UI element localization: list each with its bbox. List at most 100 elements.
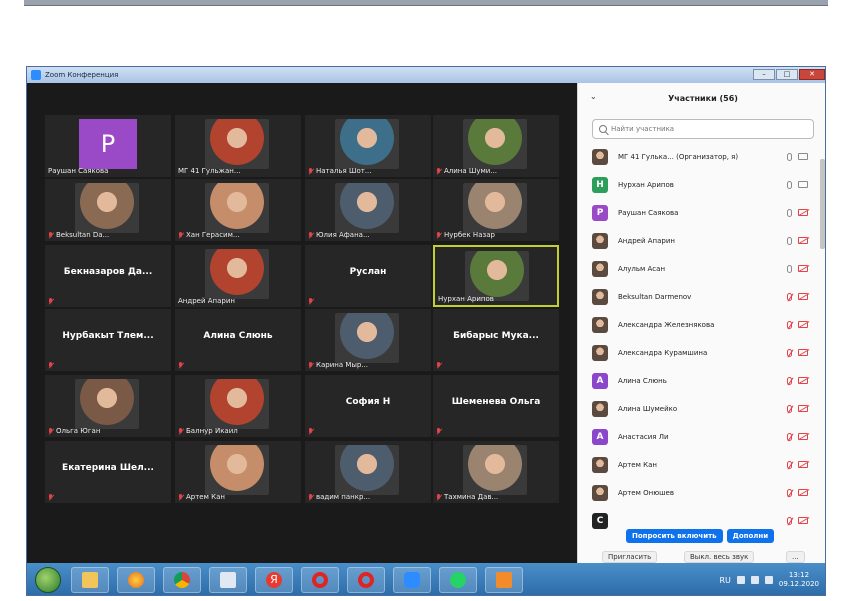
tray-icon[interactable] <box>736 576 745 584</box>
language-indicator[interactable]: RU <box>719 576 730 585</box>
clock[interactable]: 13:12 09.12.2020 <box>779 571 819 589</box>
participant-row[interactable]: Александра Железнякова <box>578 311 818 339</box>
tile-caption: Тахмина Дав... <box>436 493 498 501</box>
volume-icon[interactable] <box>764 576 773 584</box>
participant-row[interactable]: МГ 41 Гулька... (Организатор, я) <box>578 143 818 171</box>
avatar <box>592 457 608 473</box>
participant-status <box>787 237 808 245</box>
video-tile[interactable]: Нурбек Назар <box>433 179 559 241</box>
participant-row[interactable]: Алульм Асан <box>578 255 818 283</box>
video-feed <box>465 251 529 301</box>
participant-row[interactable]: Александра Курамшина <box>578 339 818 367</box>
participant-name: МГ 41 Гулька... (Организатор, я) <box>618 153 739 161</box>
participant-row[interactable]: Андрей Апарин <box>578 227 818 255</box>
minimize-button[interactable]: – <box>753 69 775 80</box>
participant-name: Карина Мыр... <box>316 361 369 369</box>
participant-name: Хан Герасим... <box>186 231 240 239</box>
search-input[interactable] <box>611 125 801 133</box>
video-tile[interactable]: Балнур Икаил <box>175 375 301 437</box>
video-tile[interactable]: Карина Мыр... <box>305 309 431 371</box>
mic-icon <box>787 181 792 189</box>
taskbar-explorer[interactable] <box>71 567 109 593</box>
camera-off-icon <box>798 405 808 412</box>
participant-row[interactable]: H Нурхан Арипов <box>578 171 818 199</box>
taskbar-app-10[interactable] <box>485 567 523 593</box>
ask-unmute-button[interactable]: Попросить включить <box>626 529 723 543</box>
mic-muted-icon <box>787 293 792 301</box>
close-button[interactable]: ✕ <box>799 69 825 80</box>
tile-caption: Алина Шуми... <box>436 167 497 175</box>
taskbar-whatsapp[interactable] <box>439 567 477 593</box>
video-feed <box>205 249 269 299</box>
taskbar-zoom[interactable] <box>393 567 431 593</box>
camera-off-icon <box>798 461 808 468</box>
taskbar-chrome[interactable] <box>163 567 201 593</box>
participant-name: Артем Онюшев <box>618 489 674 497</box>
participant-row[interactable]: P Раушан Саякова <box>578 199 818 227</box>
video-tile[interactable]: Хан Герасим... <box>175 179 301 241</box>
taskbar-yandex[interactable]: Я <box>255 567 293 593</box>
taskbar-opera-1[interactable] <box>301 567 339 593</box>
network-icon[interactable] <box>750 576 759 584</box>
mic-muted-icon <box>436 167 442 175</box>
participant-name: Юлия Афана... <box>316 231 370 239</box>
tile-caption <box>178 362 184 369</box>
mic-muted-icon <box>178 231 184 239</box>
more-button[interactable]: Дополни <box>726 529 775 543</box>
mic-icon <box>787 153 792 161</box>
video-tile[interactable]: Наталья Шот... <box>305 115 431 177</box>
taskbar-firefox[interactable] <box>117 567 155 593</box>
video-feed <box>205 379 269 429</box>
mic-icon <box>787 265 792 273</box>
participant-name: Балнур Икаил <box>186 427 238 435</box>
more-options-button[interactable]: ... <box>786 551 805 563</box>
taskbar-app-4[interactable] <box>209 567 247 593</box>
video-tile[interactable]: Ольга Юган <box>45 375 171 437</box>
video-tile[interactable]: P Раушан Саякова <box>45 115 171 177</box>
participant-name: Андрей Апарин <box>618 237 675 245</box>
camera-off-icon <box>798 349 808 356</box>
chevron-down-icon[interactable]: ⌄ <box>590 92 597 101</box>
participant-row[interactable]: Артем Онюшев <box>578 479 818 507</box>
video-tile[interactable]: Юлия Афана... <box>305 179 431 241</box>
video-tile[interactable]: Екатерина Шел... <box>45 441 171 503</box>
video-tile[interactable]: Руслан <box>305 245 431 307</box>
tile-caption <box>48 298 54 305</box>
video-tile[interactable]: Алина Шуми... <box>433 115 559 177</box>
video-feed <box>335 183 399 233</box>
video-tile[interactable]: Тахмина Дав... <box>433 441 559 503</box>
participant-row[interactable]: A Алина Слюнь <box>578 367 818 395</box>
participant-row[interactable]: Алина Шумейко <box>578 395 818 423</box>
video-tile[interactable]: вадим панкр... <box>305 441 431 503</box>
participant-search[interactable] <box>592 119 814 139</box>
maximize-button[interactable]: □ <box>776 69 798 80</box>
video-tile[interactable]: Beksultan Da... <box>45 179 171 241</box>
video-tile[interactable]: МГ 41 Гульжан... <box>175 115 301 177</box>
tile-caption: Раушан Саякова <box>48 167 108 175</box>
video-tile[interactable]: Нурхан Арипов <box>433 245 559 307</box>
start-button[interactable] <box>35 567 61 593</box>
participant-row[interactable]: A Анастасия Ли <box>578 423 818 451</box>
taskbar-opera-2[interactable] <box>347 567 385 593</box>
video-tile[interactable]: Бибарыс Мука... <box>433 309 559 371</box>
video-tile[interactable]: Бекназаров Да... <box>45 245 171 307</box>
zoom-icon <box>404 572 420 588</box>
participant-row[interactable]: Beksultan Darmenov <box>578 283 818 311</box>
video-tile[interactable]: Алина Слюнь <box>175 309 301 371</box>
mic-muted-icon <box>787 377 792 385</box>
participant-row[interactable]: Артем Кан <box>578 451 818 479</box>
invite-button[interactable]: Пригласить <box>602 551 658 563</box>
participants-scrollbar[interactable] <box>820 159 825 249</box>
mic-muted-icon <box>787 517 792 525</box>
mute-all-button[interactable]: Выкл. весь звук <box>684 551 755 563</box>
video-tile[interactable]: Нурбакыт Тлем... <box>45 309 171 371</box>
video-tile[interactable]: Шеменева Ольга <box>433 375 559 437</box>
participant-name: Нурбакыт Тлем... <box>62 331 154 341</box>
video-tile[interactable]: Артем Кан <box>175 441 301 503</box>
camera-off-icon <box>798 433 808 440</box>
mic-muted-icon <box>787 461 792 469</box>
participant-name: Алина Шуми... <box>444 167 498 175</box>
video-tile[interactable]: София Н <box>305 375 431 437</box>
video-tile[interactable]: Андрей Апарин <box>175 245 301 307</box>
mic-muted-icon <box>308 298 314 305</box>
